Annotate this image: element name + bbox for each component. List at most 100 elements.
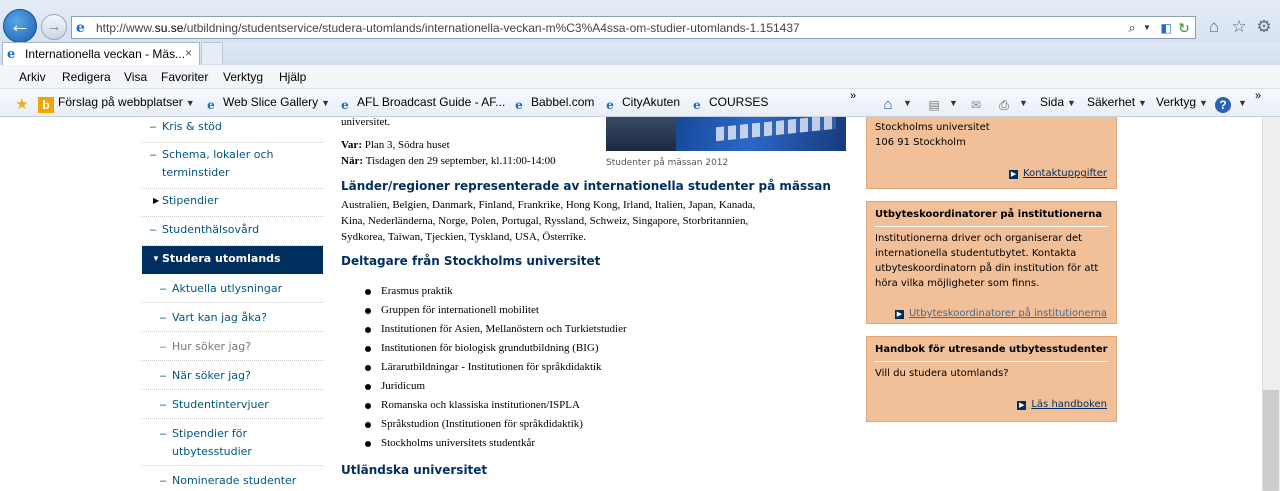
- scrollbar-thumb[interactable]: [1263, 390, 1279, 491]
- favorites-star-icon[interactable]: ★: [14, 95, 34, 113]
- coordinators-link[interactable]: ▶ Utbyteskoordinatorer på institutionerna: [894, 308, 1107, 319]
- left-navigation: – Kris & stöd – Schema, lokaler och term…: [142, 117, 323, 491]
- page-viewport: – Kris & stöd – Schema, lokaler och term…: [0, 117, 1262, 491]
- search-dropdown-icon[interactable]: ▼: [1139, 20, 1155, 36]
- nav-item-stipendier[interactable]: ▶ Stipendier: [142, 189, 323, 217]
- mail-icon[interactable]: ✉: [968, 95, 988, 113]
- list-item: Institutionen för Asien, Mellanöstern oc…: [381, 323, 627, 335]
- countries-line: Sydkorea, Taiwan, Tjeckien, Tyskland, US…: [341, 231, 586, 243]
- list-item: Institutionen för biologisk grundutbildn…: [381, 342, 599, 354]
- refresh-icon[interactable]: ↻: [1176, 20, 1192, 36]
- favorites-bar: ★ b Förslag på webbplatser ▼ e Web Slice Ga…: [0, 89, 1280, 117]
- url-path: /utbildning/studentservice/studera-utoml…: [183, 21, 800, 35]
- caret-down-icon: ▼: [152, 254, 160, 263]
- tab-title: Internationella veckan - Mäs...: [25, 47, 186, 61]
- fav-babbel[interactable]: e Babbel.com: [511, 95, 594, 113]
- list-item: Erasmus praktik: [381, 285, 453, 297]
- tab-row: e Internationella veckan - Mäs... ×: [0, 42, 1280, 65]
- command-overflow[interactable]: »: [1255, 90, 1261, 102]
- coordinators-box: Utbyteskoordinatorer på institutionerna …: [866, 201, 1117, 324]
- fav-courses[interactable]: e COURSES: [689, 95, 768, 113]
- main-content: universitet. Var: Plan 3, Södra huset Nä…: [341, 117, 846, 491]
- home-command-icon[interactable]: ⌂ ▼: [880, 95, 911, 113]
- home-icon[interactable]: ⌂: [1204, 17, 1224, 37]
- cmd-sida[interactable]: Sida ▼: [1040, 95, 1076, 109]
- list-item: Romanska och klassiska institutionen/ISP…: [381, 399, 580, 411]
- event-photo: [606, 117, 846, 151]
- list-item: Gruppen för internationell mobilitet: [381, 304, 539, 316]
- nav-subitem-nar[interactable]: – När söker jag?: [142, 361, 323, 390]
- nav-subitem-stipendier-utbyte[interactable]: – Stipendier för utbytesstudier: [142, 419, 323, 466]
- list-item: Juridicum: [381, 380, 425, 392]
- print-icon[interactable]: ⎙ ▼: [996, 95, 1028, 113]
- fav-forslag[interactable]: b Förslag på webbplatser ▼: [38, 95, 195, 113]
- ie-page-icon: e: [606, 98, 614, 112]
- fav-web-slice[interactable]: e Web Slice Gallery ▼: [203, 95, 330, 113]
- nav-subitem-hur[interactable]: – Hur söker jag?: [142, 332, 323, 361]
- arrow-right-icon: ▶: [894, 310, 904, 319]
- arrow-right-icon: ▶: [1009, 170, 1019, 179]
- countries-line: Kina, Nederländerna, Norge, Polen, Portu…: [341, 215, 749, 227]
- back-arrow-icon: ←: [9, 12, 31, 37]
- new-tab-button[interactable]: [201, 42, 223, 64]
- nav-item-schema[interactable]: – Schema, lokaler och terminstider: [142, 143, 323, 189]
- nav-item-studenthalsovard[interactable]: – Studenthälsovård: [142, 217, 323, 246]
- menu-redigera[interactable]: Redigera: [62, 70, 111, 84]
- ie-favicon-icon: e: [7, 47, 16, 62]
- handbook-link[interactable]: ▶ Läs handboken: [1017, 399, 1107, 410]
- event-location: Var: Plan 3, Södra huset: [341, 139, 450, 151]
- heading-foreign-universities: Utländska universitet: [341, 463, 488, 477]
- search-icon[interactable]: ⌕: [1124, 20, 1140, 36]
- menu-bar: Arkiv Redigera Visa Favoriter Verktyg Hj…: [0, 65, 1280, 89]
- photo-caption: Studenter på mässan 2012: [606, 158, 729, 168]
- menu-arkiv[interactable]: Arkiv: [19, 70, 46, 84]
- help-icon[interactable]: ? ▼: [1215, 95, 1247, 113]
- forward-button[interactable]: →: [41, 14, 67, 40]
- list-item: Stockholms universitets studentkår: [381, 437, 535, 449]
- heading-participants: Deltagare från Stockholms universitet: [341, 254, 601, 268]
- coordinators-title: Utbyteskoordinatorer på institutionerna: [875, 209, 1103, 220]
- ie-page-icon: e: [207, 98, 215, 112]
- address-bar[interactable]: e http://www.su.se/utbildning/studentser…: [71, 16, 1196, 39]
- countries-line: Australien, Belgien, Danmark, Finland, F…: [341, 199, 756, 211]
- feeds-icon[interactable]: ▤ ▼: [926, 95, 958, 113]
- menu-visa[interactable]: Visa: [124, 70, 147, 84]
- nav-subitem-studentintervjuer[interactable]: – Studentintervjuer: [142, 390, 323, 419]
- back-button[interactable]: ←: [3, 9, 37, 43]
- fav-cityakuten[interactable]: e CityAkuten: [602, 95, 680, 113]
- menu-verktyg[interactable]: Verktyg: [223, 70, 263, 84]
- close-icon[interactable]: ×: [185, 46, 192, 60]
- url-text[interactable]: http://www.su.se/utbildning/studentservi…: [96, 21, 800, 35]
- star-icon[interactable]: ☆: [1229, 17, 1249, 37]
- cmd-sakerhet[interactable]: Säkerhet ▼: [1087, 95, 1147, 109]
- gear-icon[interactable]: ⚙: [1254, 17, 1274, 37]
- nav-item-studera-utomlands[interactable]: ▼ Studera utomlands: [142, 246, 323, 274]
- menu-hjalp[interactable]: Hjälp: [279, 70, 306, 84]
- nav-subitem-vart[interactable]: – Vart kan jag åka?: [142, 303, 323, 332]
- favorites-overflow[interactable]: »: [850, 90, 856, 102]
- compatibility-icon[interactable]: ◧: [1158, 20, 1174, 36]
- arrow-right-icon: ▶: [1017, 401, 1027, 410]
- url-domain: su.se: [154, 21, 184, 35]
- nav-subitem-aktuella[interactable]: – Aktuella utlysningar: [142, 274, 323, 303]
- ie-page-icon: e: [515, 98, 523, 112]
- menu-favoriter[interactable]: Favoriter: [161, 70, 208, 84]
- bing-icon: b: [38, 97, 54, 113]
- forward-arrow-icon: →: [46, 18, 62, 35]
- cmd-verktyg[interactable]: Verktyg ▼: [1156, 95, 1208, 109]
- ie-favicon-icon: e: [76, 20, 85, 36]
- list-item: Lärarutbildningar - Institutionen för sp…: [381, 361, 602, 373]
- text-fragment: universitet.: [341, 117, 391, 128]
- contact-link[interactable]: ▶ Kontaktuppgifter: [1009, 168, 1107, 179]
- contact-line: Stockholms universitet: [875, 122, 990, 133]
- address-row: ← → e http://www.su.se/utbildning/studen…: [0, 0, 1280, 43]
- list-item: Språkstudion (Institutionen för språkdid…: [381, 418, 583, 430]
- contact-box: Stockholms universitet 106 91 Stockholm …: [866, 117, 1117, 189]
- tab-active[interactable]: e Internationella veckan - Mäs... ×: [2, 42, 200, 65]
- caret-right-icon: ▶: [153, 196, 160, 205]
- nav-subitem-nominerade[interactable]: – Nominerade studenter: [142, 466, 323, 491]
- ie-page-icon: e: [693, 98, 701, 112]
- nav-item-kris[interactable]: – Kris & stöd: [142, 117, 323, 143]
- fav-afl[interactable]: e AFL Broadcast Guide - AF...: [337, 95, 505, 113]
- ie-page-icon: e: [341, 98, 349, 112]
